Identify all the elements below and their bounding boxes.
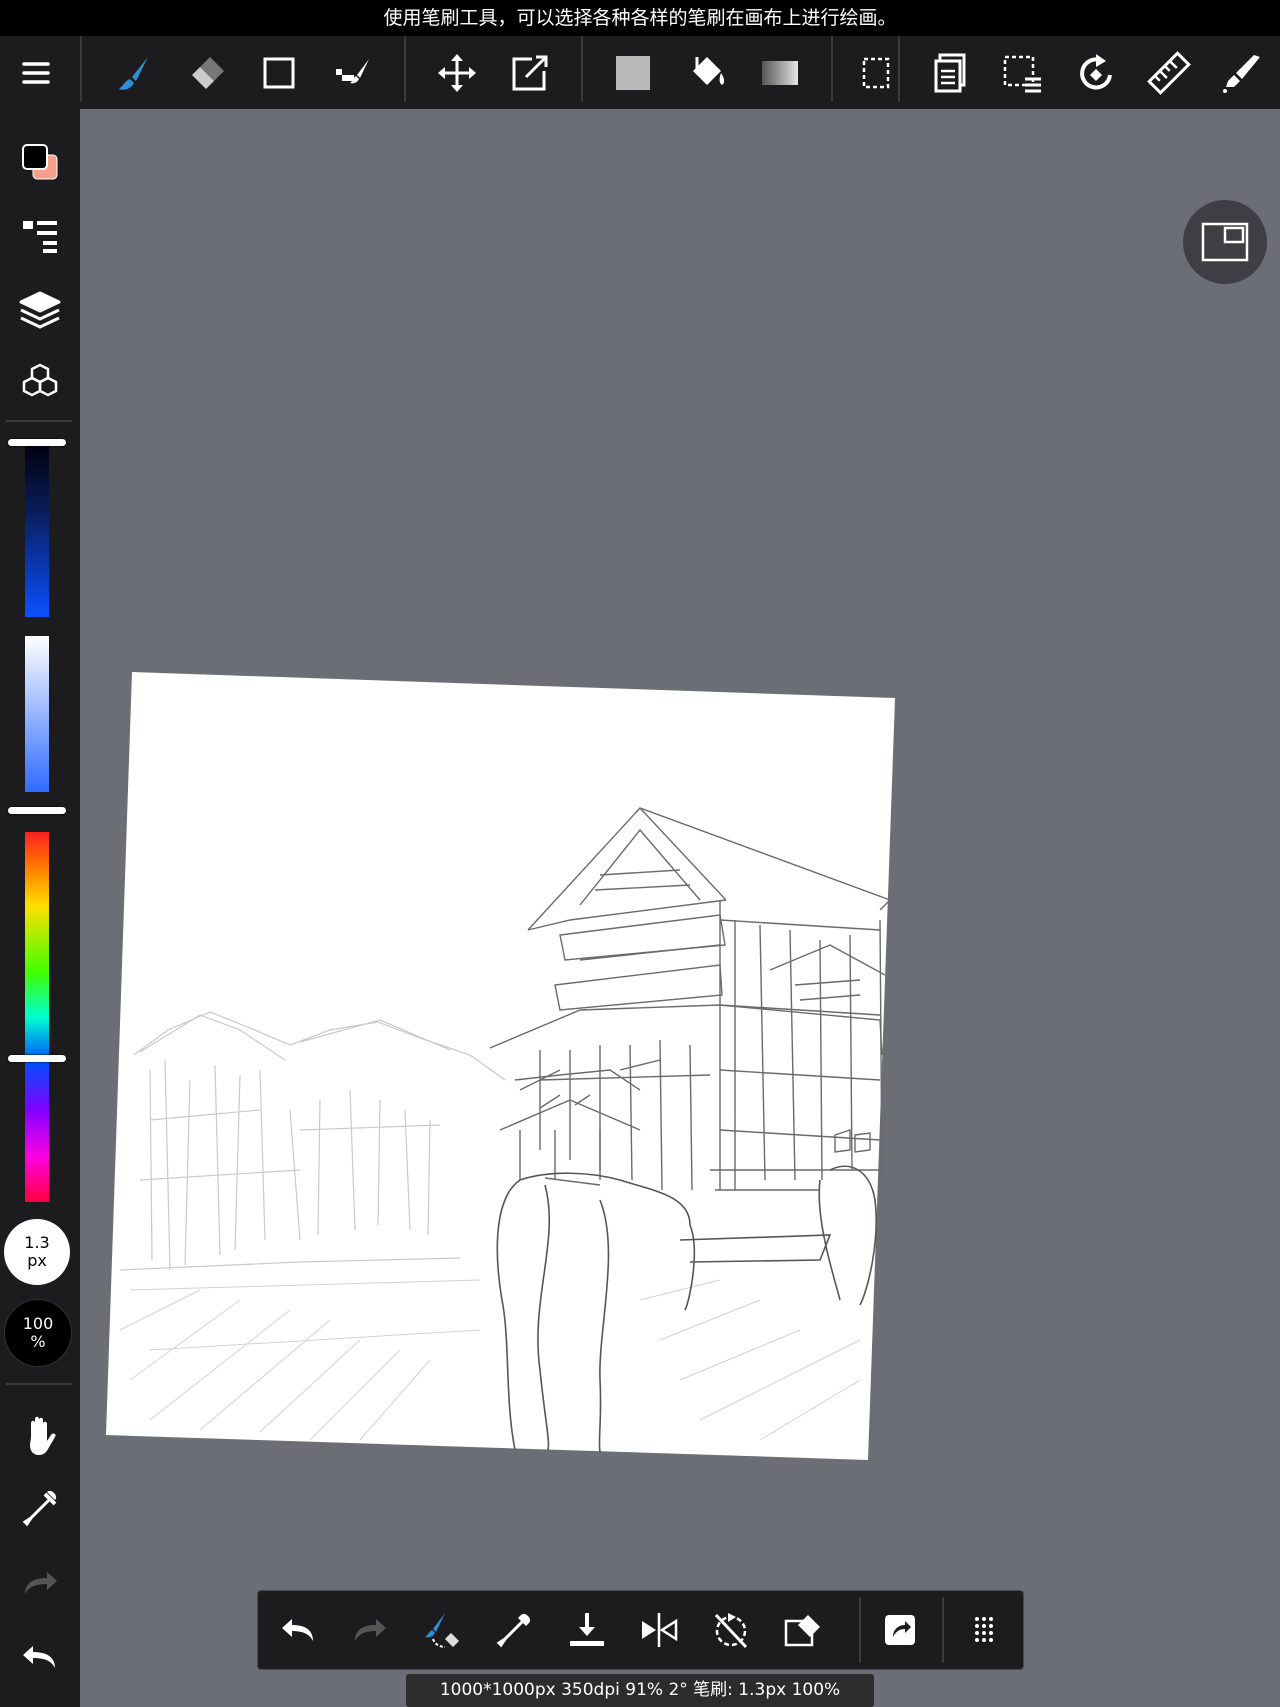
brush-size-button[interactable]: 1.3 px	[4, 1219, 70, 1285]
saturation-slider-handle[interactable]	[8, 807, 66, 814]
hue-shade-slider[interactable]	[25, 443, 49, 617]
color-swatch[interactable]	[10, 132, 70, 192]
menu-icon[interactable]	[6, 36, 66, 109]
rotate-reset-icon[interactable]	[701, 1600, 761, 1660]
brush-eraser-toggle-icon[interactable]	[412, 1600, 472, 1660]
opacity-value: 100	[22, 1314, 54, 1333]
transform-icon[interactable]	[500, 36, 560, 109]
layers-copy-icon[interactable]	[918, 36, 978, 109]
share-icon[interactable]	[870, 1600, 930, 1660]
navigator-button[interactable]	[1183, 200, 1267, 284]
clear-layer-icon[interactable]	[773, 1600, 833, 1660]
saturation-slider[interactable]	[25, 636, 49, 792]
opacity-button[interactable]: 100 %	[4, 1299, 72, 1367]
pagoda-sketch	[489, 807, 892, 1191]
layers-icon[interactable]	[10, 280, 70, 340]
eyedropper-icon[interactable]	[484, 1600, 544, 1660]
selection-icon[interactable]	[846, 36, 906, 109]
undo-icon[interactable]	[10, 1627, 70, 1687]
save-download-icon[interactable]	[557, 1600, 617, 1660]
foreground-strokes	[119, 1279, 861, 1441]
eraser-icon[interactable]	[176, 36, 236, 109]
brush-size-unit: px	[27, 1251, 47, 1270]
gradient-icon[interactable]	[750, 36, 810, 109]
brush-icon[interactable]	[104, 36, 164, 109]
grid-menu-icon[interactable]	[954, 1600, 1014, 1660]
fill-color-icon[interactable]	[603, 36, 663, 109]
bucket-icon[interactable]	[677, 36, 737, 109]
dot-icon[interactable]	[323, 36, 383, 109]
rock-sketch	[496, 1165, 877, 1453]
brush-size-value: 1.3	[24, 1233, 50, 1252]
shade-slider-handle[interactable]	[8, 439, 66, 446]
opacity-unit: %	[30, 1332, 46, 1351]
bottom-toolbar	[257, 1590, 1024, 1670]
hue-slider-handle[interactable]	[8, 1055, 66, 1062]
flip-horizontal-icon[interactable]	[629, 1600, 689, 1660]
left-sidebar: 1.3 px 100 %	[0, 109, 80, 1707]
hue-slider[interactable]	[25, 832, 49, 1202]
select-list-icon[interactable]	[993, 36, 1053, 109]
ruler-icon[interactable]	[1139, 36, 1199, 109]
primary-color	[22, 144, 48, 170]
redo-icon[interactable]	[340, 1600, 400, 1660]
rectangle-icon[interactable]	[249, 36, 309, 109]
hand-icon[interactable]	[10, 1406, 70, 1466]
rotate-icon[interactable]	[1066, 36, 1126, 109]
status-bar: 1000*1000px 350dpi 91% 2° 笔刷: 1.3px 100%	[406, 1674, 874, 1707]
brush-list-icon[interactable]	[10, 206, 70, 266]
pen-tool-icon[interactable]	[1212, 36, 1272, 109]
move-icon[interactable]	[427, 36, 487, 109]
canvas-paper	[106, 672, 895, 1460]
redo-icon[interactable]	[10, 1553, 70, 1613]
top-toolbar	[0, 36, 1280, 109]
eyedropper-icon[interactable]	[10, 1479, 70, 1539]
tooltip-banner: 使用笔刷工具，可以选择各种各样的笔刷在画布上进行绘画。	[0, 0, 1280, 36]
background-mountains	[119, 1011, 506, 1271]
undo-icon[interactable]	[268, 1600, 328, 1660]
materials-icon[interactable]	[10, 354, 70, 414]
drawing-canvas[interactable]	[0, 0, 1280, 1707]
navigator-icon	[1201, 222, 1249, 262]
